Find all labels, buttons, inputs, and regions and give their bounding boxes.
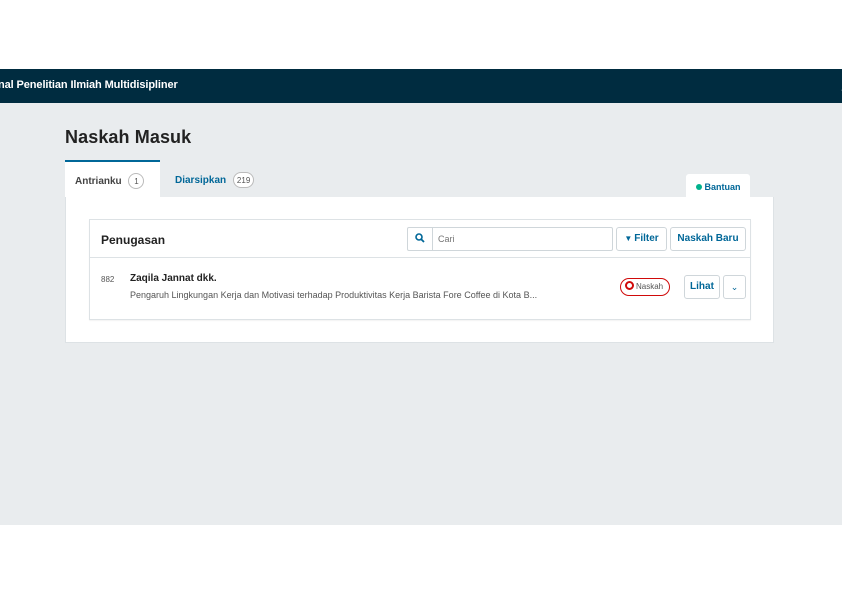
filter-button[interactable]: ▼ Filter: [616, 227, 667, 251]
expand-button[interactable]: ⌄: [723, 275, 746, 299]
search-box: [407, 227, 613, 251]
submission-row[interactable]: 882 Zaqila Jannat dkk. Pengaruh Lingkung…: [90, 258, 750, 319]
new-submission-button[interactable]: Naskah Baru: [670, 227, 746, 251]
page-title: Naskah Masuk: [65, 127, 192, 147]
list-title: Penugasan: [101, 233, 166, 247]
tab-my-queue[interactable]: Antrianku 1: [65, 160, 160, 197]
chevron-down-icon: ⌄: [730, 282, 739, 292]
tab-my-queue-label: Antrianku: [75, 176, 122, 187]
tab-my-queue-count: 1: [128, 173, 145, 189]
tab-archived-label: Diarsipkan: [175, 175, 227, 186]
info-icon: [695, 184, 702, 190]
submission-id: 882: [101, 275, 115, 284]
submissions-panel: Penugasan ▼Filter Naskah Baru 882 Zaqila…: [65, 197, 774, 343]
assignments-list: Penugasan ▼Filter Naskah Baru 882 Zaqila…: [89, 219, 751, 320]
main-content: Naskah Masuk Antrianku 1 Diarsipkan 219 …: [0, 103, 842, 525]
view-button[interactable]: Lihat: [684, 275, 720, 299]
stage-badge: Naskah: [620, 278, 671, 296]
journal-title[interactable]: nal Penelitian Ilmiah Multidisipliner: [0, 79, 178, 91]
help-label: Bantuan: [704, 182, 741, 192]
stage-ring-icon: [625, 281, 634, 290]
filter-label: Filter: [634, 233, 659, 244]
tab-archived[interactable]: Diarsipkan 219: [165, 160, 264, 197]
list-header: Penugasan ▼Filter Naskah Baru: [90, 220, 750, 258]
filter-icon: ▼: [624, 234, 633, 243]
tab-archived-count: 219: [232, 172, 255, 188]
stage-label: Naskah: [636, 282, 664, 291]
submission-author: Zaqila Jannat dkk.: [130, 273, 217, 284]
submission-title: Pengaruh Lingkungan Kerja dan Motivasi t…: [130, 290, 538, 300]
top-nav-bar: nal Penelitian Ilmiah Multidisipliner /: [0, 69, 842, 103]
search-icon[interactable]: [408, 228, 433, 250]
help-button[interactable]: Bantuan: [686, 174, 750, 198]
search-input[interactable]: [438, 231, 598, 247]
